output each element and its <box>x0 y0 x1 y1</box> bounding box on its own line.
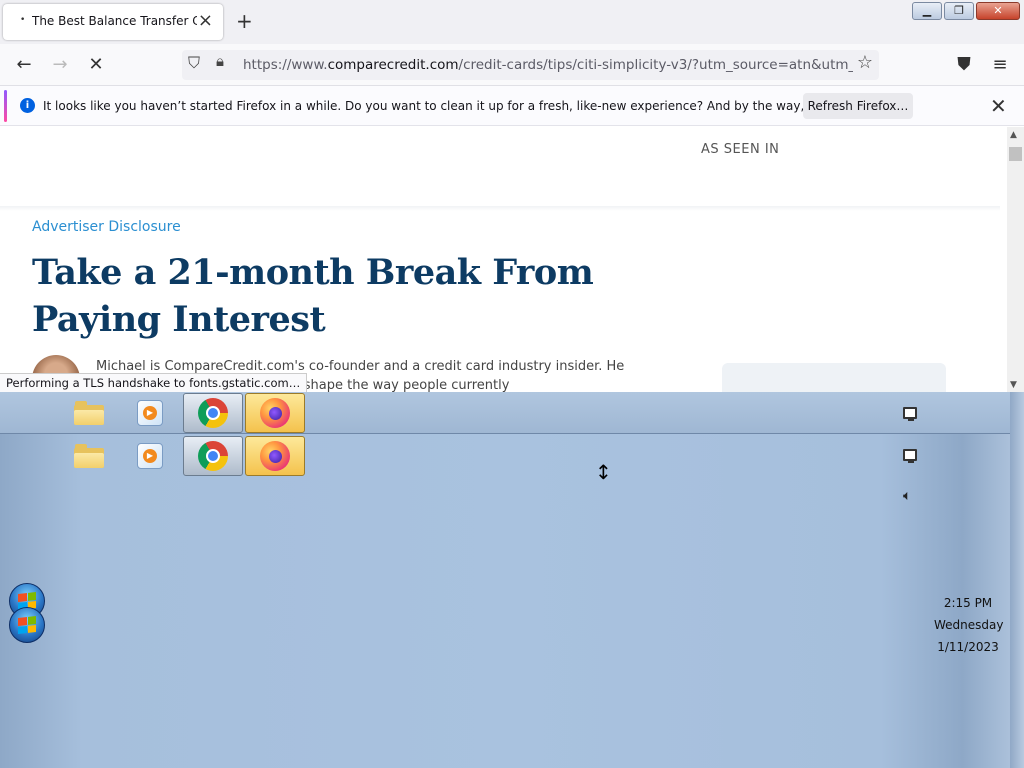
volume-icon[interactable]: 🔈︎ <box>903 488 911 504</box>
scroll-thumb[interactable] <box>1009 147 1022 161</box>
taskbar-row: ▶ <box>0 392 1024 434</box>
network-icon[interactable] <box>903 407 917 421</box>
windows-flag-icon <box>18 616 36 634</box>
back-icon[interactable]: ← <box>10 52 38 78</box>
info-icon: i <box>20 98 35 113</box>
chrome-icon <box>198 398 228 428</box>
url-text[interactable]: https://www.comparecredit.com/credit-car… <box>243 57 853 73</box>
tracking-shield-icon[interactable]: ⛉ <box>188 53 200 73</box>
taskbar-row: ▶ <box>0 435 1024 477</box>
tab-title: The Best Balance Transfer Card <box>32 14 197 28</box>
window-close-icon[interactable]: ✕ <box>976 2 1020 20</box>
firefox-icon <box>260 441 290 471</box>
chrome-taskbar-button[interactable] <box>183 436 243 476</box>
scroll-down-icon[interactable]: ▼ <box>1010 380 1017 390</box>
media-player-taskbar-button[interactable]: ▶ <box>120 436 180 476</box>
advertiser-disclosure-link[interactable]: Advertiser Disclosure <box>32 219 181 235</box>
page-scrollbar[interactable]: ▲ ▼ <box>1007 127 1024 392</box>
nav-bar: ← → ✕ ⛉ 🔒︎ https://www.comparecredit.com… <box>0 44 1024 86</box>
folder-icon <box>74 401 104 425</box>
scroll-up-icon[interactable]: ▲ <box>1010 130 1017 140</box>
system-clock[interactable]: 2:15 PM Wednesday 1/11/2023 <box>934 592 1004 658</box>
tab-close-icon[interactable]: × <box>198 10 213 31</box>
window-controls: ▁ ❐ ✕ <box>912 2 1020 20</box>
menu-icon[interactable]: ≡ <box>986 52 1014 78</box>
header-divider <box>0 206 1000 211</box>
url-prefix: https://www. <box>243 57 328 73</box>
notification-close-icon[interactable]: ✕ <box>990 94 1007 118</box>
taskbar-edge <box>1010 392 1024 768</box>
notification-bar: i It looks like you haven’t started Fire… <box>0 86 1024 126</box>
minimize-icon[interactable]: ▁ <box>912 2 942 20</box>
tab-active[interactable]: • The Best Balance Transfer Card × <box>3 4 223 40</box>
lock-icon[interactable]: 🔒︎ <box>216 52 224 70</box>
url-bar[interactable]: ⛉ 🔒︎ https://www.comparecredit.com/credi… <box>182 50 879 80</box>
tab-loading-dot: • <box>20 15 26 25</box>
forward-icon[interactable]: → <box>46 52 74 78</box>
media-player-taskbar-button[interactable]: ▶ <box>120 393 180 433</box>
resize-cursor-icon: ↕ <box>595 460 612 484</box>
pocket-icon[interactable]: ⛊ <box>950 52 978 78</box>
stop-loading-icon[interactable]: ✕ <box>82 52 110 78</box>
notification-accent <box>4 90 7 122</box>
media-player-icon: ▶ <box>137 400 163 426</box>
chrome-icon <box>198 441 228 471</box>
side-card <box>722 363 946 392</box>
bookmark-star-icon[interactable]: ☆ <box>857 52 873 73</box>
firefox-taskbar-button[interactable] <box>245 436 305 476</box>
page-headline: Take a 21-month Break From Paying Intere… <box>32 252 594 340</box>
chrome-taskbar-button[interactable] <box>183 393 243 433</box>
restore-icon[interactable]: ❐ <box>944 2 974 20</box>
clock-date: 1/11/2023 <box>937 640 999 654</box>
status-text: Performing a TLS handshake to fonts.gsta… <box>0 373 308 392</box>
explorer-taskbar-button[interactable] <box>59 393 119 433</box>
taskbar: ▶ ▶ 🔈︎ 2:15 PM Wednesday 1/11/2023 <box>0 392 1024 768</box>
refresh-firefox-button[interactable]: Refresh Firefox… <box>803 93 913 119</box>
browser-window: • The Best Balance Transfer Card × + ▁ ❐… <box>0 0 1024 392</box>
firefox-taskbar-button[interactable] <box>245 393 305 433</box>
url-path: /credit-cards/tips/citi-simplicity-v3/?u… <box>458 57 853 73</box>
url-domain: comparecredit.com <box>327 57 459 73</box>
notification-text: It looks like you haven’t started Firefo… <box>43 99 899 113</box>
folder-icon <box>74 444 104 468</box>
start-button[interactable] <box>9 607 45 643</box>
page-content: AS SEEN IN Advertiser Disclosure Take a … <box>0 127 1007 392</box>
clock-time: 2:15 PM <box>943 596 993 610</box>
media-player-icon: ▶ <box>137 443 163 469</box>
clock-day: Wednesday <box>934 618 1004 632</box>
as-seen-in-label: AS SEEN IN <box>701 142 780 157</box>
tab-bar: • The Best Balance Transfer Card × + ▁ ❐… <box>0 0 1024 44</box>
firefox-icon <box>260 398 290 428</box>
new-tab-icon[interactable]: + <box>236 9 253 33</box>
explorer-taskbar-button[interactable] <box>59 436 119 476</box>
network-icon[interactable] <box>903 449 917 463</box>
